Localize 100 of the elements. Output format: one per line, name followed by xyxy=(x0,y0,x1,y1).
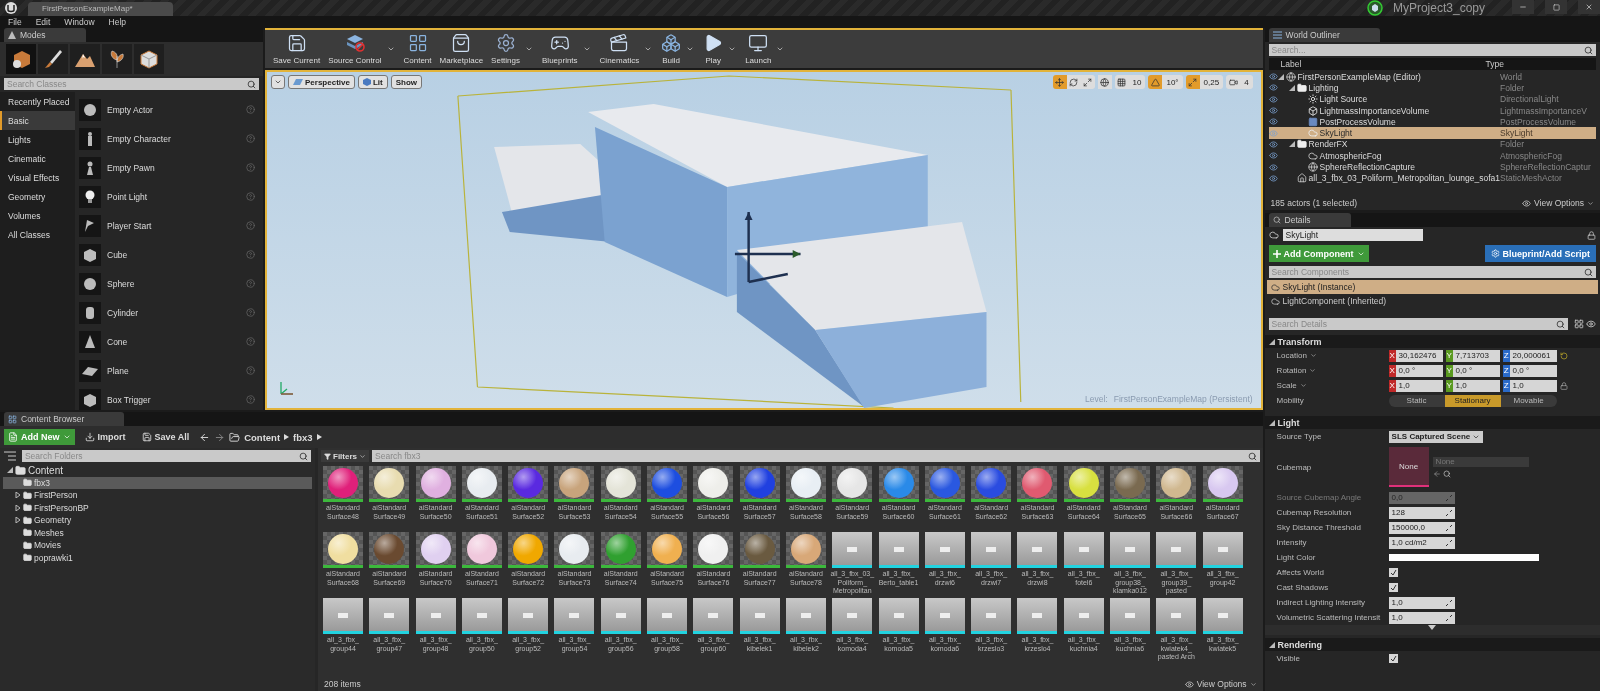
search-icon[interactable] xyxy=(1442,469,1451,478)
visibility-eye-icon[interactable] xyxy=(1268,139,1278,149)
help-icon[interactable] xyxy=(246,279,255,288)
folder-item[interactable]: FirstPerson xyxy=(3,489,312,502)
slider-field[interactable]: 1,0 xyxy=(1388,611,1455,624)
chevron-right-icon[interactable] xyxy=(284,434,290,440)
component-item[interactable]: SkyLight (Instance) xyxy=(1266,280,1598,294)
folder-item[interactable]: Content xyxy=(3,464,312,477)
breadcrumb[interactable]: Content xyxy=(244,431,281,443)
category-item[interactable]: Basic xyxy=(0,111,75,130)
folder-item[interactable]: Meshes xyxy=(3,526,312,539)
help-icon[interactable] xyxy=(246,250,255,259)
toolbar-button[interactable]: Play xyxy=(699,32,728,66)
import-button[interactable]: Import xyxy=(78,429,132,445)
visibility-eye-icon[interactable] xyxy=(1268,128,1278,138)
vector-field[interactable]: 7,713703 xyxy=(1452,349,1500,362)
category-item[interactable]: Visual Effects xyxy=(0,168,75,187)
details-tab[interactable]: Details xyxy=(1268,213,1351,227)
expand-arrow-icon[interactable] xyxy=(1268,419,1275,426)
chevron-right-icon[interactable] xyxy=(316,434,322,440)
help-icon[interactable] xyxy=(246,337,255,346)
vector-field[interactable]: 1,0 xyxy=(1395,379,1443,392)
view-mode-button[interactable]: Show xyxy=(390,75,423,89)
cubemap-thumbnail[interactable]: None xyxy=(1388,447,1429,487)
save-all-button[interactable]: Save All xyxy=(135,429,196,445)
content-browser-tab[interactable]: Content Browser xyxy=(4,412,125,426)
checkbox[interactable] xyxy=(1388,568,1398,577)
help-icon[interactable] xyxy=(246,192,255,201)
menu-item[interactable]: File xyxy=(8,17,22,27)
add-component-button[interactable]: Add Component xyxy=(1268,245,1369,262)
actor-name-field[interactable]: SkyLight xyxy=(1282,229,1423,241)
mobility-option[interactable]: Movable xyxy=(1500,394,1557,407)
help-icon[interactable] xyxy=(246,134,255,143)
options-button[interactable] xyxy=(271,75,285,89)
snap-value[interactable]: 0,25 xyxy=(1199,75,1224,89)
toolbar-button[interactable]: Source Control xyxy=(324,32,386,66)
maximize-button[interactable] xyxy=(1545,0,1567,14)
visibility-eye-icon[interactable] xyxy=(1268,117,1278,127)
vector-field[interactable]: 0,0 ° xyxy=(1509,364,1557,377)
actor-item[interactable]: Player Start xyxy=(79,211,255,240)
snap-toggle[interactable] xyxy=(1185,75,1200,89)
outliner-row[interactable]: SphereReflectionCapture SphereReflectionCaptur xyxy=(1268,161,1596,173)
menu-item[interactable]: Window xyxy=(64,17,95,27)
visibility-eye-icon[interactable] xyxy=(1268,106,1278,116)
lock-icon[interactable] xyxy=(1587,230,1596,240)
visibility-eye-icon[interactable] xyxy=(1268,162,1278,172)
help-icon[interactable] xyxy=(246,221,255,230)
visibility-eye-icon[interactable] xyxy=(1268,173,1278,183)
outliner-row[interactable]: AtmosphericFog AtmosphericFog xyxy=(1268,150,1596,162)
viewport[interactable]: Perspective Lit Show 10 10° 0,25 4 Level: FirstPersonExampleMap (Persistent) xyxy=(265,70,1263,410)
visibility-eye-icon[interactable] xyxy=(1268,151,1278,161)
minimize-button[interactable] xyxy=(1512,0,1534,14)
reset-icon[interactable] xyxy=(1559,351,1568,360)
number-field[interactable]: 150000,0 xyxy=(1388,521,1455,534)
arrow-left-icon[interactable] xyxy=(1432,469,1441,478)
toolbar-button[interactable]: Cinematics xyxy=(595,32,644,66)
actor-item[interactable]: Cylinder xyxy=(79,298,255,327)
actor-item[interactable]: Point Light xyxy=(79,182,255,211)
expand-arrow-icon[interactable] xyxy=(1288,141,1295,148)
category-item[interactable]: All Classes xyxy=(0,225,75,244)
mobility-option[interactable]: Stationary xyxy=(1444,394,1501,407)
component-item[interactable]: LightComponent (Inherited) xyxy=(1266,294,1598,308)
actor-item[interactable]: Box Trigger xyxy=(79,385,255,410)
toolbar-button[interactable]: Settings xyxy=(487,32,524,66)
category-item[interactable]: Lights xyxy=(0,130,75,149)
category-item[interactable]: Volumes xyxy=(0,206,75,225)
category-item[interactable]: Recently Placed xyxy=(0,92,75,111)
vector-field[interactable]: 30,162476 xyxy=(1395,349,1443,362)
mode-button[interactable] xyxy=(70,44,100,74)
checkbox[interactable] xyxy=(1388,583,1398,592)
toolbar-button[interactable]: Content xyxy=(399,32,436,66)
actor-item[interactable]: Cube xyxy=(79,240,255,269)
view-options-button[interactable]: View Options xyxy=(1184,679,1257,689)
expand-arrow-icon[interactable] xyxy=(7,467,13,474)
view-mode-button[interactable]: Perspective xyxy=(288,75,355,89)
close-button[interactable] xyxy=(1578,0,1600,14)
slider-field[interactable]: 1,0 xyxy=(1388,596,1455,609)
blueprint-button[interactable]: Blueprint/Add Script xyxy=(1484,245,1596,262)
snap-value[interactable]: 4 xyxy=(1240,75,1253,89)
visibility-eye-icon[interactable] xyxy=(1268,94,1278,104)
snap-toggle[interactable] xyxy=(1226,75,1241,89)
folder-item[interactable]: Geometry xyxy=(3,514,312,527)
actor-item[interactable]: Cone xyxy=(79,327,255,356)
outliner-row[interactable]: all_3_fbx_03_Poliform_Metropolitan_lounge_sofa1StaticMeshActor xyxy=(1268,172,1596,184)
section-title[interactable]: Light xyxy=(1277,417,1300,428)
folder-item[interactable]: FirstPersonBP xyxy=(3,501,312,514)
lock-icon[interactable] xyxy=(1559,381,1568,390)
view-mode-button[interactable]: Lit xyxy=(357,75,388,89)
toolbar-button[interactable]: Launch xyxy=(741,32,776,66)
folder-item[interactable]: Movies xyxy=(3,539,312,552)
column-header[interactable]: Label xyxy=(1280,59,1486,69)
section-title[interactable]: Rendering xyxy=(1277,639,1323,650)
category-item[interactable]: Geometry xyxy=(0,187,75,206)
number-field[interactable]: 128 xyxy=(1388,506,1455,519)
column-header[interactable]: Type xyxy=(1485,59,1566,69)
world-outliner-tab[interactable]: World Outliner xyxy=(1268,28,1380,42)
outliner-row[interactable]: RenderFX Folder xyxy=(1268,138,1596,151)
toolbar-button[interactable]: Blueprints xyxy=(538,32,582,66)
toolbar-button[interactable]: Build xyxy=(657,32,686,66)
vector-field[interactable]: 1,0 xyxy=(1509,379,1557,392)
